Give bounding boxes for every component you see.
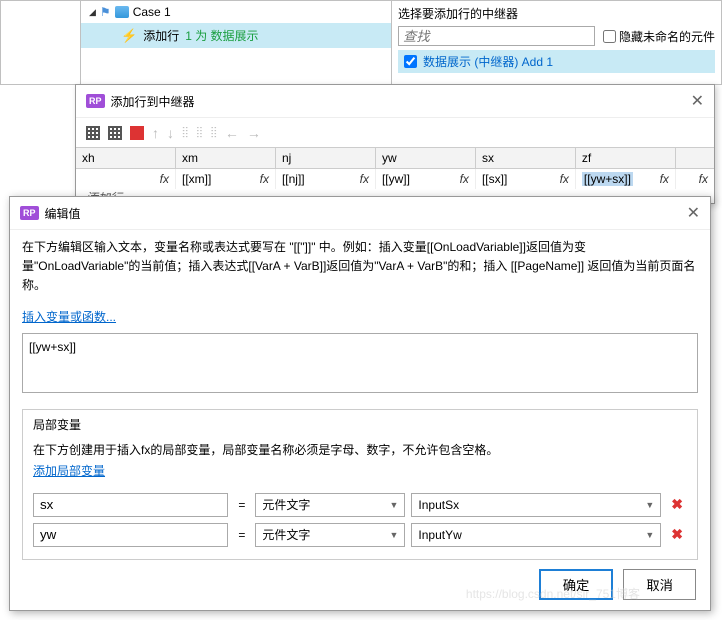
local-vars-fieldset: 局部变量 在下方创建用于插入fx的局部变量，局部变量名称必须是字母、数字，不允许…: [22, 409, 698, 560]
local-vars-desc: 在下方创建用于插入fx的局部变量，局部变量名称必须是字母、数字，不允许包含空格。: [33, 441, 687, 458]
case-icon: [115, 6, 129, 18]
cell-zf[interactable]: [[yw+sx]]: [582, 172, 633, 186]
fx-icon[interactable]: fx: [660, 172, 669, 186]
delete-var-icon[interactable]: ✖: [667, 526, 687, 543]
arrow-down-icon[interactable]: ↓: [167, 125, 174, 141]
chevron-down-icon: ▼: [390, 500, 399, 510]
add-local-var-link[interactable]: 添加局部变量: [33, 462, 105, 479]
case-flag-icon: ⚑: [100, 5, 111, 19]
case-row[interactable]: ◢ ⚑ Case 1: [81, 1, 391, 23]
var-name-input[interactable]: [33, 523, 228, 547]
fx-icon[interactable]: fx: [260, 172, 269, 186]
chevron-down-icon: ▼: [645, 530, 654, 540]
cancel-button[interactable]: 取消: [623, 569, 696, 600]
grid-icon[interactable]: [86, 126, 100, 140]
expression-input[interactable]: [[yw+sx]]: [22, 333, 698, 393]
rp-badge-icon: RP: [20, 206, 39, 220]
add-row-dialog: RP 添加行到中继器 ✕ ↑ ↓ ⦙⦙ ⦙⦙ ⦙⦙ ← → xh xm nj y…: [75, 84, 715, 204]
action-row[interactable]: ⚡ 添加行 1 为 数据展示: [81, 23, 391, 48]
cell-xm[interactable]: [[xm]]: [182, 172, 211, 186]
action-label: 添加行: [143, 27, 179, 44]
var-name-input[interactable]: [33, 493, 228, 517]
col-xm[interactable]: xm: [176, 148, 276, 168]
local-vars-title: 局部变量: [29, 416, 85, 433]
cell-yw[interactable]: [[yw]]: [382, 172, 410, 186]
cols-icon-3[interactable]: ⦙⦙: [211, 124, 217, 141]
arrow-left-icon[interactable]: ←: [225, 125, 239, 141]
cell-nj[interactable]: [[nj]]: [282, 172, 305, 186]
cases-panel: ◢ ⚑ Case 1 ⚡ 添加行 1 为 数据展示 选择要添加行的中继器 隐藏未…: [0, 0, 722, 85]
close-icon[interactable]: ✕: [687, 203, 700, 223]
equals-label: =: [234, 528, 249, 542]
expand-icon[interactable]: ◢: [89, 7, 96, 18]
col-zf[interactable]: zf: [576, 148, 676, 168]
cases-tree: ◢ ⚑ Case 1 ⚡ 添加行 1 为 数据展示: [81, 1, 391, 84]
case-label: Case 1: [133, 5, 171, 19]
var-target-select[interactable]: InputSx▼: [411, 493, 661, 517]
grid-icon-2[interactable]: [108, 126, 122, 140]
edit-desc: 在下方编辑区输入文本，变量名称或表达式要写在 "[["]]" 中。例如：插入变量…: [10, 230, 710, 304]
delete-var-icon[interactable]: ✖: [667, 496, 687, 513]
var-target-select[interactable]: InputYw▼: [411, 523, 661, 547]
delete-grid-icon[interactable]: [130, 126, 144, 140]
fx-icon[interactable]: fx: [160, 172, 169, 186]
cols-icon-2[interactable]: ⦙⦙: [196, 124, 202, 141]
arrow-right-icon[interactable]: →: [247, 125, 261, 141]
dialog1-title: 添加行到中继器: [111, 93, 195, 110]
rp-badge-icon: RP: [86, 94, 105, 108]
search-input[interactable]: [398, 26, 595, 46]
grid-data-row[interactable]: fx [[xm]] fx [[nj]] fx [[yw]] fx [[sx]] fx […: [76, 169, 714, 189]
ok-button[interactable]: 确定: [539, 569, 614, 600]
hide-unnamed-cb[interactable]: [603, 30, 616, 43]
col-sx[interactable]: sx: [476, 148, 576, 168]
var-row-0: = 元件文字▼ InputSx▼ ✖: [33, 493, 687, 517]
arrow-up-icon[interactable]: ↑: [152, 125, 159, 141]
edit-value-dialog: RP 编辑值 ✕ 在下方编辑区输入文本，变量名称或表达式要写在 "[["]]" …: [9, 196, 711, 611]
dialog1-titlebar: RP 添加行到中继器 ✕: [76, 85, 714, 118]
repeater-list-item[interactable]: 数据展示 (中继器) Add 1: [398, 50, 715, 73]
bolt-icon: ⚡: [121, 28, 137, 44]
dialog2-titlebar: RP 编辑值 ✕: [10, 197, 710, 230]
insert-var-link[interactable]: 插入变量或函数...: [22, 308, 116, 325]
col-extra[interactable]: [676, 148, 714, 168]
hide-unnamed-label: 隐藏未命名的元件: [619, 28, 715, 45]
dialog2-title: 编辑值: [45, 205, 81, 222]
col-yw[interactable]: yw: [376, 148, 476, 168]
fx-icon[interactable]: fx: [460, 172, 469, 186]
cols-icon[interactable]: ⦙⦙: [182, 124, 188, 141]
chevron-down-icon: ▼: [390, 530, 399, 540]
col-xh[interactable]: xh: [76, 148, 176, 168]
dialog1-toolbar: ↑ ↓ ⦙⦙ ⦙⦙ ⦙⦙ ← →: [76, 118, 714, 147]
cell-sx[interactable]: [[sx]]: [482, 172, 507, 186]
action-target: 1 为 数据展示: [185, 27, 258, 44]
repeater-select-panel: 选择要添加行的中继器 隐藏未命名的元件 数据展示 (中继器) Add 1: [391, 1, 721, 84]
grid-header-row: xh xm nj yw sx zf: [76, 148, 714, 169]
var-row-1: = 元件文字▼ InputYw▼ ✖: [33, 523, 687, 547]
col-nj[interactable]: nj: [276, 148, 376, 168]
fx-icon[interactable]: fx: [560, 172, 569, 186]
equals-label: =: [234, 498, 249, 512]
repeater-select-title: 选择要添加行的中继器: [398, 5, 715, 22]
var-type-select[interactable]: 元件文字▼: [255, 523, 405, 547]
dialog2-buttons: 确定 取消: [539, 569, 696, 600]
chevron-down-icon: ▼: [645, 500, 654, 510]
var-type-select[interactable]: 元件文字▼: [255, 493, 405, 517]
hide-unnamed-checkbox[interactable]: 隐藏未命名的元件: [603, 28, 715, 45]
fx-icon[interactable]: fx: [699, 172, 708, 186]
fx-icon[interactable]: fx: [360, 172, 369, 186]
close-icon[interactable]: ✕: [691, 91, 704, 111]
repeater-item-cb[interactable]: [404, 55, 417, 68]
cases-left-gutter: [1, 1, 81, 84]
repeater-item-label: 数据展示 (中继器) Add 1: [423, 53, 553, 70]
